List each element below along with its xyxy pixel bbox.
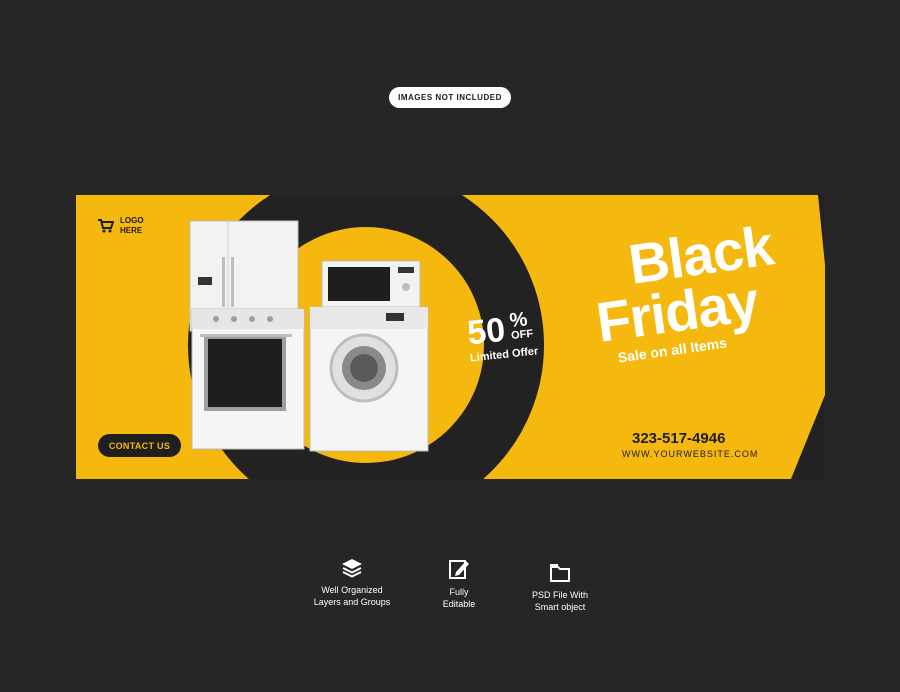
feature-editable-line2: Editable bbox=[442, 599, 476, 609]
feature-layers: Well Organized Layers and Groups bbox=[292, 558, 412, 608]
feature-layers-line2: Layers and Groups bbox=[313, 597, 391, 607]
feature-psd-line2: Smart object bbox=[534, 602, 586, 612]
discount-percent: 50 bbox=[465, 310, 508, 353]
feature-psd: PSD File With Smart object bbox=[500, 563, 620, 613]
layers-icon bbox=[342, 559, 362, 578]
corner-stripe-shape bbox=[791, 395, 825, 479]
website-url[interactable]: WWW.YOURWEBSITE.COM bbox=[622, 449, 758, 459]
discount-offer: 50 % OFF Limited Offer bbox=[465, 308, 538, 364]
phone-number: 323-517-4946 bbox=[632, 430, 726, 447]
images-not-included-badge: IMAGES NOT INCLUDED bbox=[389, 87, 511, 108]
feature-psd-line1: PSD File With bbox=[531, 590, 588, 600]
logo-line1: LOGO bbox=[120, 216, 144, 225]
feature-editable-line1: Fully bbox=[449, 587, 469, 597]
contact-us-button[interactable]: CONTACT US bbox=[98, 434, 181, 457]
shopping-cart-icon bbox=[98, 219, 114, 233]
logo-line2: HERE bbox=[120, 226, 143, 235]
off-label: OFF bbox=[510, 327, 534, 343]
edit-icon bbox=[449, 560, 469, 579]
logo-placeholder: LOGO HERE bbox=[98, 216, 144, 236]
appliances-image bbox=[189, 220, 429, 452]
feature-layers-line1: Well Organized bbox=[321, 585, 383, 595]
folder-icon bbox=[550, 564, 570, 582]
black-friday-banner: LOGO HERE 50 % OFF Limited Offer Black F… bbox=[76, 195, 825, 479]
headline: Black Friday Sale on all Items bbox=[586, 213, 786, 367]
percent-sign: % bbox=[508, 308, 529, 333]
